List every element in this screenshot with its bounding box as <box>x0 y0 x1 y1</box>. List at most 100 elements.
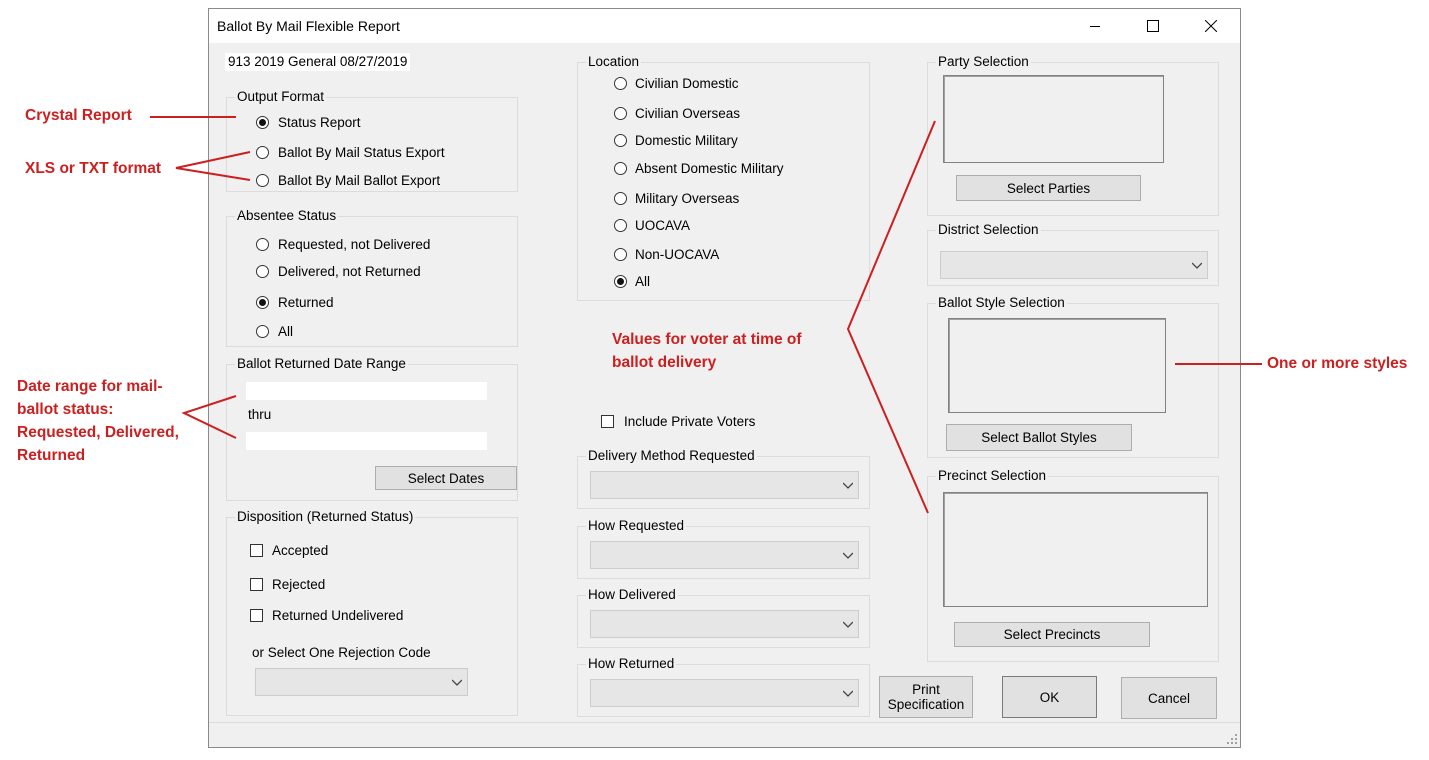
delivery-method-group: Delivery Method Requested <box>577 448 870 509</box>
annotation-values-line2: ballot delivery <box>612 354 717 371</box>
private-voters-checkbox[interactable] <box>601 415 614 428</box>
print-specification-line1: Print <box>912 682 940 697</box>
location-legend: Location <box>586 54 642 70</box>
minimize-icon <box>1090 26 1100 27</box>
ok-button[interactable]: OK <box>1002 676 1097 718</box>
how-requested-select[interactable] <box>590 541 859 569</box>
radio-ballot-export[interactable] <box>256 174 269 187</box>
print-specification-button[interactable]: Print Specification <box>879 676 973 718</box>
election-label: 913 2019 General 08/27/2019 <box>225 53 411 71</box>
district-selection-group: District Selection <box>927 222 1219 286</box>
status-bar <box>209 722 1240 747</box>
radio-label: Requested, not Delivered <box>278 237 431 252</box>
checkbox-label: Returned Undelivered <box>272 608 404 623</box>
radio-uocava[interactable] <box>614 219 627 232</box>
close-icon <box>1205 20 1217 32</box>
radio-label: UOCAVA <box>635 218 691 233</box>
disposition-group: Disposition (Returned Status) Accepted R… <box>226 509 518 716</box>
radio-delivered[interactable] <box>256 265 269 278</box>
annotation-crystal-report: Crystal Report <box>25 107 132 124</box>
radio-status-export[interactable] <box>256 146 269 159</box>
chevron-down-icon <box>843 552 853 559</box>
output-format-group: Output Format Status Report Ballot By Ma… <box>226 89 518 192</box>
radio-label: All <box>278 324 294 339</box>
disposition-legend: Disposition (Returned Status) <box>235 509 416 525</box>
accepted-checkbox[interactable] <box>250 544 263 557</box>
party-listbox[interactable] <box>943 75 1164 163</box>
how-returned-legend: How Returned <box>586 656 677 672</box>
radio-requested[interactable] <box>256 238 269 251</box>
radio-label: Civilian Domestic <box>635 76 739 91</box>
absentee-status-legend: Absentee Status <box>235 208 339 224</box>
radio-label: Ballot By Mail Ballot Export <box>278 173 441 188</box>
select-ballot-styles-button[interactable]: Select Ballot Styles <box>946 424 1132 451</box>
party-selection-group: Party Selection Select Parties <box>927 54 1219 216</box>
print-specification-line2: Specification <box>887 697 965 712</box>
precinct-selection-legend: Precinct Selection <box>936 468 1049 484</box>
maximize-button[interactable] <box>1124 9 1182 43</box>
thru-label: thru <box>248 407 272 422</box>
annotation-values-voter: Values for voter at time of ballot deliv… <box>612 328 802 374</box>
radio-civilian-domestic[interactable] <box>614 77 627 90</box>
radio-status-report[interactable] <box>256 116 269 129</box>
delivery-method-legend: Delivery Method Requested <box>586 448 757 464</box>
returned-undelivered-checkbox[interactable] <box>250 609 263 622</box>
radio-returned[interactable] <box>256 296 269 309</box>
annotation-date-line3: Requested, Delivered, <box>17 424 179 441</box>
chevron-down-icon <box>843 621 853 628</box>
private-voters-label: Include Private Voters <box>624 414 756 429</box>
absentee-status-group: Absentee Status Requested, not Delivered… <box>226 208 518 347</box>
radio-non-uocava[interactable] <box>614 248 627 261</box>
radio-label: Domestic Military <box>635 133 738 148</box>
how-returned-group: How Returned <box>577 656 870 717</box>
select-dates-button[interactable]: Select Dates <box>375 466 517 490</box>
chevron-down-icon <box>1192 262 1202 269</box>
district-selection-legend: District Selection <box>936 222 1041 238</box>
chevron-down-icon <box>843 482 853 489</box>
ballot-style-listbox[interactable] <box>948 318 1166 413</box>
radio-civilian-overseas[interactable] <box>614 107 627 120</box>
select-precincts-button[interactable]: Select Precincts <box>954 622 1150 647</box>
resize-grip-icon[interactable] <box>1226 733 1238 745</box>
maximize-icon <box>1147 20 1159 32</box>
date-to-field[interactable] <box>246 432 487 450</box>
checkbox-label: Accepted <box>272 543 329 558</box>
location-group: Location Civilian Domestic Civilian Over… <box>577 54 870 301</box>
rejection-code-label: or Select One Rejection Code <box>252 645 431 660</box>
minimize-button[interactable] <box>1066 9 1124 43</box>
how-returned-select[interactable] <box>590 679 859 707</box>
output-format-legend: Output Format <box>235 89 327 105</box>
annotation-date-range: Date range for mail- ballot status: Requ… <box>17 375 179 467</box>
radio-all-status[interactable] <box>256 325 269 338</box>
radio-label: Status Report <box>278 115 361 130</box>
date-from-field[interactable] <box>246 382 487 400</box>
ballot-style-legend: Ballot Style Selection <box>936 295 1067 311</box>
window-title: Ballot By Mail Flexible Report <box>217 18 400 34</box>
cancel-button[interactable]: Cancel <box>1121 677 1217 719</box>
how-requested-group: How Requested <box>577 518 870 579</box>
precinct-listbox[interactable] <box>943 492 1208 607</box>
radio-absent-domestic-military[interactable] <box>614 162 627 175</box>
radio-domestic-military[interactable] <box>614 134 627 147</box>
annotation-one-or-more-styles: One or more styles <box>1267 355 1408 372</box>
radio-label: Military Overseas <box>635 191 740 206</box>
radio-label: Absent Domestic Military <box>635 161 784 176</box>
close-button[interactable] <box>1182 9 1240 43</box>
district-select[interactable] <box>940 251 1208 279</box>
radio-label: Delivered, not Returned <box>278 264 421 279</box>
radio-all-location[interactable] <box>614 275 627 288</box>
rejected-checkbox[interactable] <box>250 578 263 591</box>
how-delivered-select[interactable] <box>590 610 859 638</box>
select-parties-button[interactable]: Select Parties <box>956 175 1141 201</box>
chevron-down-icon <box>452 679 462 686</box>
checkbox-label: Rejected <box>272 577 326 592</box>
radio-label: Non-UOCAVA <box>635 247 720 262</box>
radio-military-overseas[interactable] <box>614 192 627 205</box>
party-selection-legend: Party Selection <box>936 54 1031 70</box>
rejection-code-select[interactable] <box>255 668 468 696</box>
date-range-legend: Ballot Returned Date Range <box>235 356 408 372</box>
dialog-window: Ballot By Mail Flexible Report 913 2019 … <box>208 8 1241 748</box>
delivery-method-select[interactable] <box>590 471 859 499</box>
title-bar: Ballot By Mail Flexible Report <box>209 9 1240 43</box>
annotation-date-line4: Returned <box>17 447 86 464</box>
